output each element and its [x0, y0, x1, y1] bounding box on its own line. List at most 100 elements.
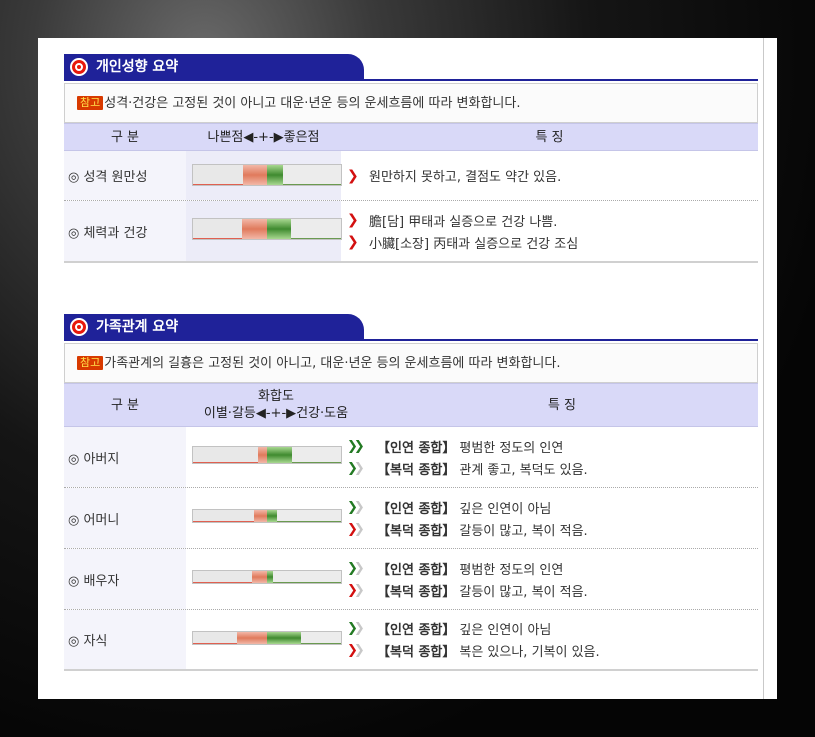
- positive-fill: [267, 632, 302, 644]
- negative-fill: [237, 632, 267, 644]
- row-label: ◎ 어머니: [64, 488, 186, 548]
- section-title-bar: 개인성향 요약: [64, 54, 758, 82]
- balance-bar: [192, 446, 342, 464]
- scale-cell: [186, 201, 342, 261]
- note-box: 참고 가족관계의 길흉은 고정된 것이 아니고, 대운·년운 등의 운세흐름에 따…: [64, 343, 758, 383]
- family-summary-section: 가족관계 요약 참고 가족관계의 길흉은 고정된 것이 아니고, 대운·년운 등의…: [64, 314, 758, 671]
- feature-cell: ❯ 膽[담] 甲태과 실증으로 건강 나쁨. ❯ 小臟[소장] 丙태과 실증으로 건…: [341, 201, 758, 261]
- note-box: 참고 성격·건강은 고정된 것이 아니고 대운·년운 등의 운세흐름에 따라 변화…: [64, 83, 758, 123]
- row-label: ◎ 성격 원만성: [64, 151, 186, 200]
- section-title-bar: 가족관계 요약: [64, 314, 758, 342]
- fortune-text: 복은 있으나, 기복이 있음.: [459, 645, 600, 660]
- header-category: 구 분: [110, 129, 140, 145]
- row-label: ◎ 배우자: [64, 549, 186, 609]
- fortune-tag: 【복덕 종합】: [377, 584, 456, 600]
- fortune-text: 관계 좋고, 복덕도 있음.: [459, 462, 588, 478]
- relation-text: 평범한 정도의 인연: [459, 440, 564, 456]
- note-badge: 참고: [77, 96, 104, 110]
- balance-bar: [192, 164, 342, 186]
- chevron-right-icon: ❯: [347, 167, 359, 184]
- row-label: ◎ 자식: [64, 610, 186, 669]
- section-tab: 가족관계 요약: [64, 314, 364, 340]
- target-icon: [70, 58, 88, 76]
- content-frame: 개인성향 요약 참고 성격·건강은 고정된 것이 아니고 대운·년운 등의 운세흐…: [38, 38, 777, 699]
- positive-fill: [267, 219, 291, 239]
- table-row: ◎ 성격 원만성 ❯ 원만하지 못하고, 결점도 약간 있음.: [64, 151, 758, 201]
- relation-tag: 【인연 종합】: [377, 501, 456, 517]
- feature-text: 膽[담] 甲태과 실증으로 건강 나쁨.: [369, 214, 558, 230]
- balance-bar: [192, 509, 342, 523]
- relation-text: 깊은 인연이 아님: [459, 623, 552, 638]
- table-row: ◎ 어머니 ❯❯ 【인연 종합】 깊은 인연이 아님 ❯❯ 【복덕 종합】 갈등이 많고…: [64, 488, 758, 549]
- arrow-icon: ❯❯: [347, 521, 365, 537]
- table-header: 구 분 화합도 이별·갈등◀-+-▶건강·도움 특 징: [64, 383, 758, 427]
- section-title: 개인성향 요약: [96, 59, 179, 75]
- arrow-icon: ❯❯: [347, 643, 365, 658]
- relation-text: 평범한 정도의 인연: [459, 562, 564, 578]
- fortune-text: 갈등이 많고, 복이 적음.: [459, 584, 588, 600]
- table-header: 구 분 나쁜점◀-+-▶좋은점 특 징: [64, 123, 758, 151]
- scale-cell: [186, 427, 342, 487]
- chevron-right-icon: ❯: [347, 234, 359, 250]
- scale-cell: [186, 488, 342, 548]
- table-row: ◎ 자식 ❯❯ 【인연 종합】 깊은 인연이 아님 ❯❯ 【복덕 종합】 복은 있으나,…: [64, 610, 758, 671]
- personality-summary-section: 개인성향 요약 참고 성격·건강은 고정된 것이 아니고 대운·년운 등의 운세흐…: [64, 54, 758, 263]
- row-label: ◎ 아버지: [64, 427, 186, 487]
- feature-text: 小臟[소장] 丙태과 실증으로 건강 조심: [369, 236, 579, 252]
- arrow-icon: ❯❯: [347, 499, 365, 515]
- arrow-icon: ❯❯: [347, 560, 365, 576]
- section-tab: 개인성향 요약: [64, 54, 364, 80]
- positive-fill: [267, 510, 278, 522]
- header-category: 구 분: [110, 397, 140, 413]
- feature-cell: ❯❯ 【인연 종합】 평범한 정도의 인연 ❯❯ 【복덕 종합】 갈등이 많고, 복이 …: [341, 549, 758, 609]
- relation-text: 깊은 인연이 아님: [459, 501, 552, 517]
- row-label: ◎ 체력과 건강: [64, 201, 186, 261]
- fortune-text: 갈등이 많고, 복이 적음.: [459, 523, 588, 539]
- feature-cell: ❯❯ 【인연 종합】 깊은 인연이 아님 ❯❯ 【복덕 종합】 복은 있으나, 기복이 …: [341, 610, 758, 669]
- negative-fill: [243, 165, 267, 185]
- header-scale-axis: 이별·갈등◀-+-▶건강·도움: [203, 406, 349, 421]
- relation-tag: 【인연 종합】: [377, 623, 456, 638]
- header-scale: 화합도 이별·갈등◀-+-▶건강·도움: [186, 384, 366, 426]
- negative-fill: [252, 571, 267, 583]
- header-features: 특 징: [547, 397, 577, 413]
- arrow-icon: ❯❯: [347, 460, 365, 476]
- target-icon: [70, 318, 88, 336]
- positive-fill: [267, 447, 293, 463]
- relation-tag: 【인연 종합】: [377, 562, 456, 578]
- header-scale-title: 화합도: [258, 389, 294, 404]
- chevron-right-icon: ❯: [347, 212, 359, 228]
- balance-bar: [192, 570, 342, 584]
- table-row: ◎ 체력과 건강 ❯ 膽[담] 甲태과 실증으로 건강 나쁨. ❯ 小臟[소장] 丙…: [64, 201, 758, 263]
- arrow-icon: ❯❯: [347, 438, 365, 454]
- positive-fill: [267, 165, 284, 185]
- scale-cell: [186, 610, 342, 669]
- feature-cell: ❯❯ 【인연 종합】 평범한 정도의 인연 ❯❯ 【복덕 종합】 관계 좋고, 복덕도 …: [341, 427, 758, 487]
- negative-fill: [258, 447, 267, 463]
- table-row: ◎ 배우자 ❯❯ 【인연 종합】 평범한 정도의 인연 ❯❯ 【복덕 종합】 갈등이 많…: [64, 549, 758, 610]
- negative-fill: [253, 510, 267, 522]
- scale-cell: [186, 549, 342, 609]
- note-text: 성격·건강은 고정된 것이 아니고 대운·년운 등의 운세흐름에 따라 변화합니…: [104, 96, 521, 111]
- right-border: [763, 38, 764, 699]
- feature-text: 원만하지 못하고, 결점도 약간 있음.: [369, 170, 562, 185]
- header-scale: 나쁜점◀-+-▶좋은점: [207, 129, 320, 145]
- arrow-icon: ❯❯: [347, 582, 365, 598]
- note-badge: 참고: [77, 356, 104, 370]
- header-features: 특 징: [535, 129, 564, 145]
- fortune-tag: 【복덕 종합】: [377, 523, 456, 539]
- balance-bar: [192, 631, 342, 645]
- arrow-icon: ❯❯: [347, 621, 365, 636]
- note-text: 가족관계의 길흉은 고정된 것이 아니고, 대운·년운 등의 운세흐름에 따라 …: [104, 356, 561, 371]
- section-title: 가족관계 요약: [96, 319, 179, 335]
- scale-cell: [186, 151, 342, 200]
- fortune-tag: 【복덕 종합】: [377, 462, 456, 478]
- table-row: ◎ 아버지 ❯❯ 【인연 종합】 평범한 정도의 인연 ❯❯ 【복덕 종합】 관계 좋고…: [64, 427, 758, 488]
- positive-fill: [267, 571, 273, 583]
- fortune-tag: 【복덕 종합】: [377, 645, 456, 660]
- feature-cell: ❯ 원만하지 못하고, 결점도 약간 있음.: [341, 151, 758, 200]
- relation-tag: 【인연 종합】: [377, 440, 456, 456]
- feature-cell: ❯❯ 【인연 종합】 깊은 인연이 아님 ❯❯ 【복덕 종합】 갈등이 많고, 복이 적…: [341, 488, 758, 548]
- balance-bar: [192, 218, 342, 240]
- negative-fill: [241, 219, 267, 239]
